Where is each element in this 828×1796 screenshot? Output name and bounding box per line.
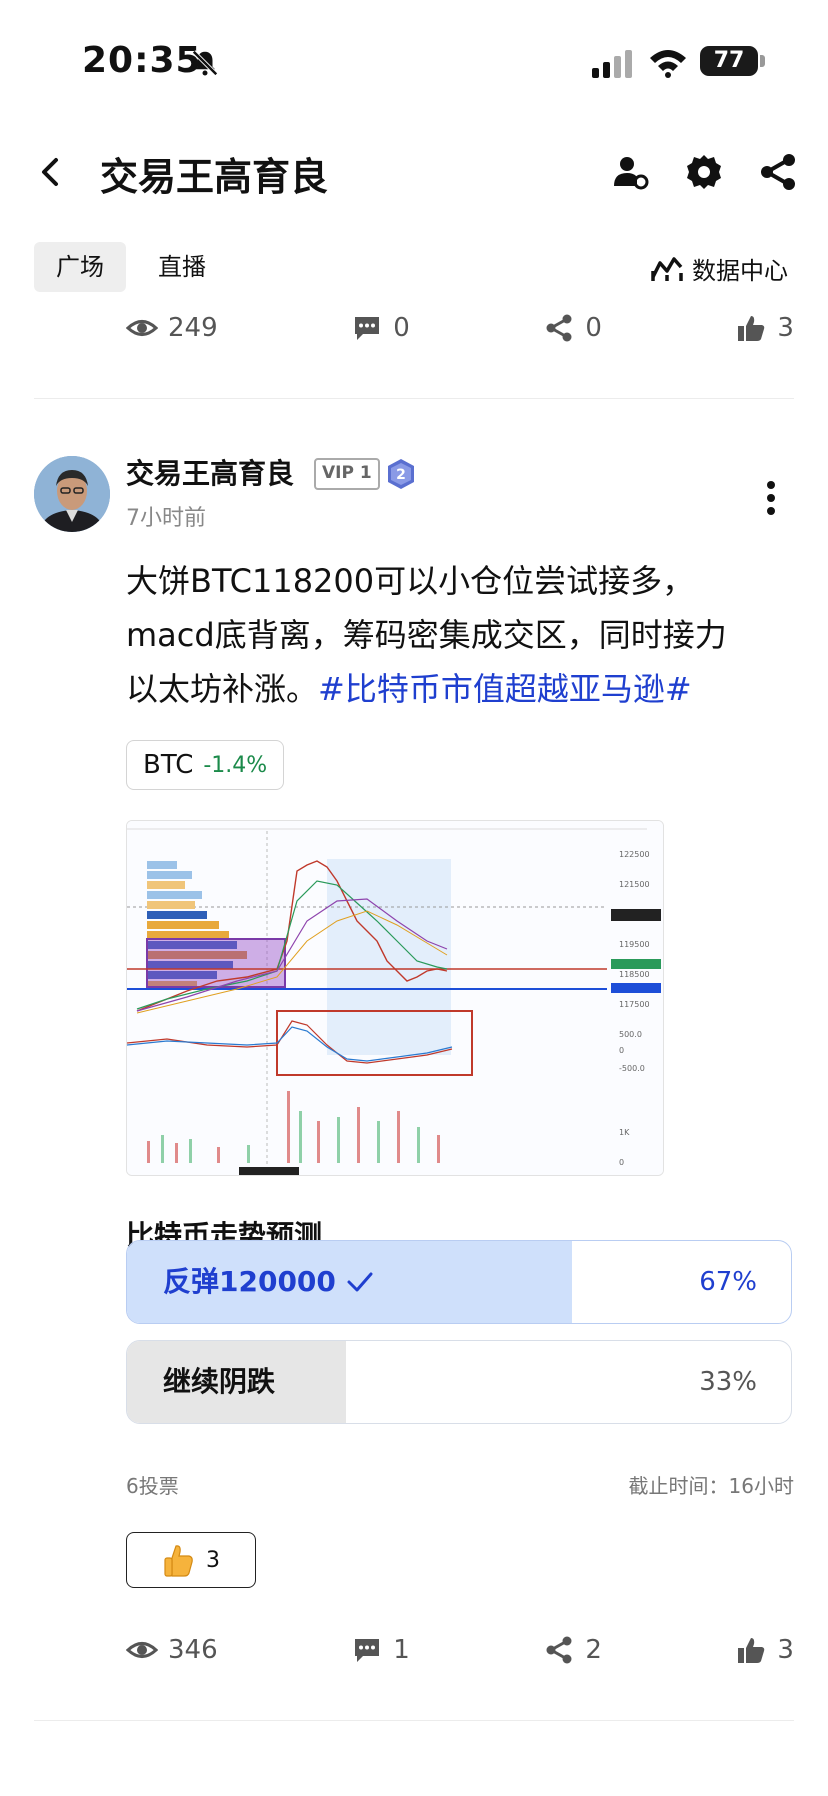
eye-icon	[126, 1642, 158, 1658]
user-settings-icon[interactable]	[610, 152, 650, 192]
share-button[interactable]: 0	[543, 312, 602, 344]
thumbs-up-emoji-icon	[164, 1545, 193, 1577]
macd-tick: 0	[619, 1046, 624, 1055]
coin-symbol: BTC	[143, 750, 194, 780]
page-title: 交易王高育良	[100, 155, 329, 199]
post-body-line: 以太坊补涨。#比特币市值超越亚马逊#	[126, 662, 806, 716]
view-count: 249	[126, 312, 218, 344]
poll-option-text: 反弹120000	[163, 1265, 336, 1298]
poll-deadline: 截止时间：16小时	[628, 1474, 794, 1498]
view-count: 346	[126, 1634, 218, 1666]
reaction-count: 3	[206, 1547, 220, 1573]
bell-muted-icon	[192, 50, 218, 76]
wifi-icon	[650, 50, 686, 78]
share-button[interactable]: 2	[543, 1634, 602, 1666]
like-button[interactable]: 3	[735, 1634, 794, 1666]
coin-tag[interactable]: BTC -1.4%	[126, 740, 285, 790]
post-time: 7小时前	[126, 506, 206, 531]
share-icon	[546, 314, 572, 342]
poll-vote-count: 6投票	[126, 1474, 179, 1498]
post-stats: 346 1 2 3	[126, 1630, 794, 1670]
post-body-line-text: 以太坊补涨。	[126, 670, 319, 708]
post-body-line: 大饼BTC118200可以小仓位尝试接多，	[126, 562, 695, 600]
comment-icon	[355, 317, 380, 340]
more-options-icon[interactable]	[764, 478, 778, 518]
like-count-value: 3	[777, 313, 794, 343]
comment-button[interactable]: 0	[351, 312, 410, 344]
price-tick: 121500	[619, 880, 650, 889]
poll-option-text: 继续阴跌	[163, 1365, 276, 1398]
level-badge-icon: 2	[388, 459, 414, 489]
share-icon[interactable]	[758, 152, 798, 192]
battery-indicator: 77	[700, 46, 758, 76]
status-time: 20:35	[82, 40, 202, 81]
share-count-value: 2	[585, 1635, 602, 1665]
poll-option-percent: 67%	[699, 1267, 757, 1297]
share-icon	[546, 1636, 572, 1664]
comment-icon	[355, 1639, 380, 1662]
volume-tick: 1K	[619, 1128, 630, 1137]
macd-tick: -500.0	[619, 1064, 645, 1073]
macd-tick: 500.0	[619, 1030, 642, 1039]
hashtag-link[interactable]: #比特币市值超越亚马逊#	[318, 670, 692, 708]
divider	[34, 1720, 794, 1721]
comment-button[interactable]: 1	[351, 1634, 410, 1666]
checkmark-icon	[347, 1272, 373, 1292]
price-tick: 119500	[619, 940, 650, 949]
poll-option-label: 继续阴跌	[163, 1341, 275, 1423]
vip-badge: VIP 1	[314, 458, 380, 490]
back-chevron-icon[interactable]	[36, 152, 66, 192]
post-body: 大饼BTC118200可以小仓位尝试接多， macd底背离，筹码密集成交区，同时…	[126, 554, 806, 716]
avatar[interactable]	[34, 456, 110, 532]
poll-option-label: 反弹120000	[163, 1241, 374, 1323]
volume-tick: 0	[619, 1158, 624, 1167]
view-count-value: 346	[168, 1635, 218, 1665]
divider	[34, 398, 794, 399]
post-body-line: macd底背离，筹码密集成交区，同时接力	[126, 616, 727, 654]
price-tick: 118500	[619, 970, 650, 979]
coin-change: -1.4%	[203, 752, 268, 778]
data-center-label: 数据中心	[692, 256, 788, 285]
poll-option-percent: 33%	[699, 1367, 757, 1397]
eye-icon	[126, 320, 158, 336]
poll-option-decline[interactable]: 继续阴跌 33%	[126, 1340, 792, 1424]
chart-trend-icon	[651, 257, 683, 281]
price-tick: 117500	[619, 1000, 650, 1009]
avatar-portrait	[34, 456, 110, 532]
view-count-value: 249	[168, 313, 218, 343]
prev-post-stats: 249 0 0 3	[126, 308, 794, 348]
battery-tip	[760, 55, 765, 67]
author-name[interactable]: 交易王高育良	[126, 452, 294, 492]
price-tick: 122500	[619, 850, 650, 859]
level-value: 2	[396, 467, 406, 483]
gear-icon[interactable]	[684, 152, 724, 192]
comment-count-value: 1	[393, 1635, 410, 1665]
like-count-value: 3	[777, 1635, 794, 1665]
comment-count-value: 0	[393, 313, 410, 343]
reaction-chip[interactable]: 3	[126, 1532, 256, 1588]
candlestick-chart: 122500 121500 120500 119500 118500 11750…	[127, 821, 663, 1175]
tab-square[interactable]: 广场	[34, 242, 126, 292]
thumbs-up-icon	[738, 1638, 765, 1663]
share-count-value: 0	[585, 313, 602, 343]
tab-live[interactable]: 直播	[136, 242, 228, 292]
thumbs-up-icon	[738, 316, 765, 341]
chart-image[interactable]: 122500 121500 120500 119500 118500 11750…	[126, 820, 664, 1176]
like-button[interactable]: 3	[735, 312, 794, 344]
data-center-link[interactable]: 数据中心	[650, 248, 788, 288]
cellular-signal-icon	[592, 50, 632, 78]
poll-option-rebound[interactable]: 反弹120000 67%	[126, 1240, 792, 1324]
